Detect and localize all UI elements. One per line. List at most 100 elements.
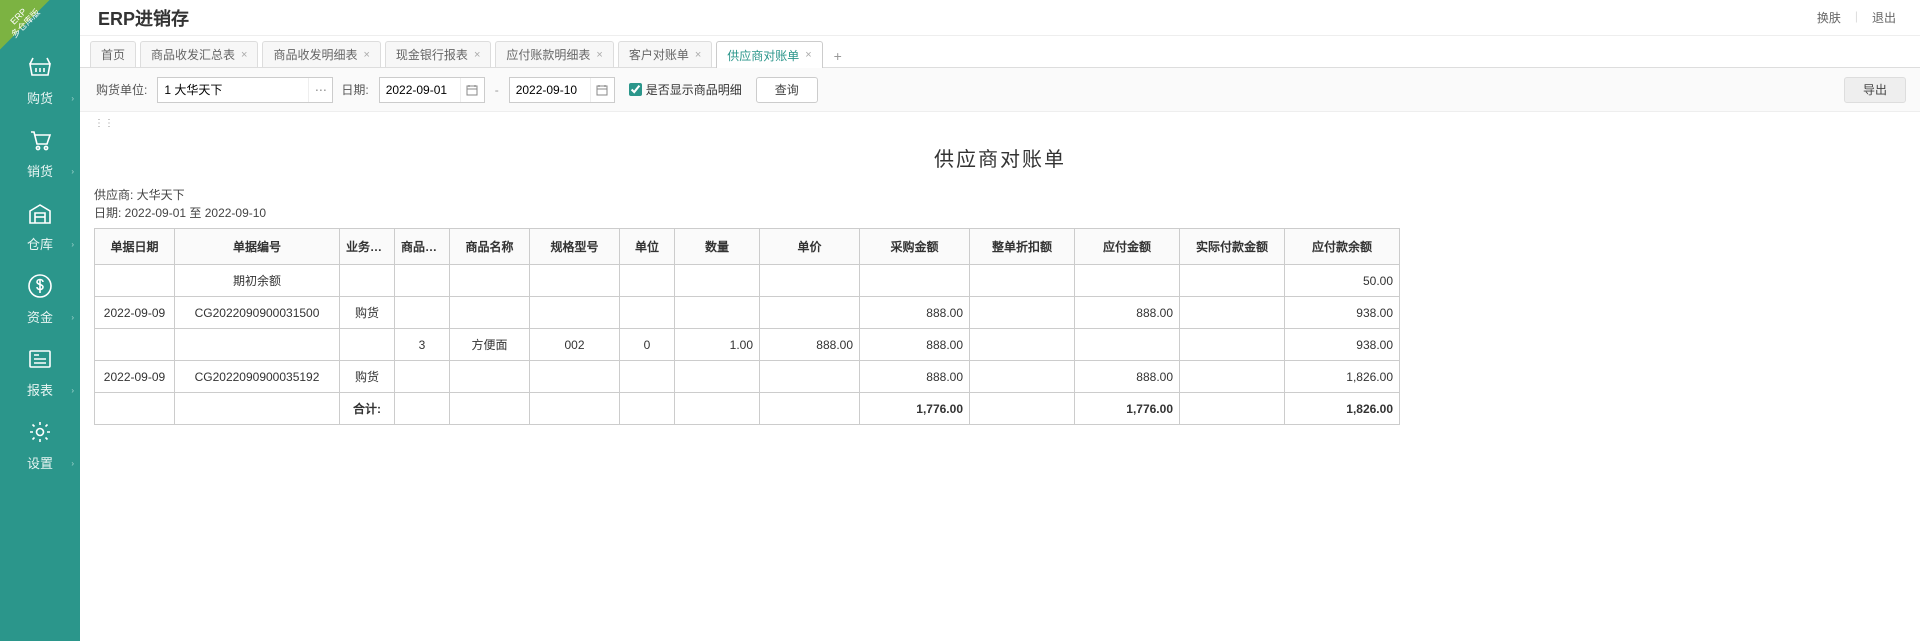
table-row: 期初余额50.00 bbox=[95, 265, 1907, 297]
col-payable: 应付金额 bbox=[1075, 229, 1180, 265]
sidebar-item-label: 仓库 bbox=[27, 234, 53, 253]
show-detail-checkbox[interactable] bbox=[629, 83, 642, 96]
tab-goods-summary[interactable]: 商品收发汇总表 × bbox=[140, 41, 258, 67]
cell-spec bbox=[530, 265, 620, 297]
sidebar-item-warehouse[interactable]: 仓库 › bbox=[0, 186, 80, 259]
close-icon[interactable]: × bbox=[241, 49, 247, 61]
tab-customer-statement[interactable]: 客户对账单 × bbox=[618, 41, 712, 67]
tab-home[interactable]: 首页 bbox=[90, 41, 136, 67]
report-meta: 供应商: 大华天下 日期: 2022-09-01 至 2022-09-10 bbox=[94, 186, 1906, 222]
report-table: 单据日期 单据编号 业务类别 商品编号 商品名称 规格型号 单位 数量 单价 采… bbox=[94, 228, 1906, 425]
tab-label: 供应商对账单 bbox=[727, 47, 799, 64]
show-detail-checkbox-wrap[interactable]: 是否显示商品明细 bbox=[629, 81, 742, 98]
sidebar-item-label: 设置 bbox=[27, 453, 53, 472]
add-tab-button[interactable]: + bbox=[827, 45, 849, 67]
table-header-row: 单据日期 单据编号 业务类别 商品编号 商品名称 规格型号 单位 数量 单价 采… bbox=[95, 229, 1907, 265]
cell-unit bbox=[620, 265, 675, 297]
warehouse-icon bbox=[25, 198, 55, 228]
unit-label: 购货单位: bbox=[96, 81, 147, 98]
change-skin-link[interactable]: 换肤 bbox=[1817, 9, 1841, 26]
cell-pname: 方便面 bbox=[450, 329, 530, 361]
filter-bar: 购货单位: ⋯ 日期: - bbox=[80, 68, 1920, 112]
cell-pid bbox=[395, 361, 450, 393]
divider: | bbox=[1855, 9, 1858, 26]
sidebar-item-settings[interactable]: 设置 › bbox=[0, 405, 80, 478]
total-amount: 1,776.00 bbox=[860, 393, 970, 425]
cell-paid bbox=[1180, 329, 1285, 361]
tab-goods-detail[interactable]: 商品收发明细表 × bbox=[262, 41, 380, 67]
unit-input[interactable] bbox=[158, 78, 308, 102]
cell-no: 期初余额 bbox=[175, 265, 340, 297]
total-payable: 1,776.00 bbox=[1075, 393, 1180, 425]
report-content: ⋮⋮ 供应商对账单 供应商: 大华天下 日期: 2022-09-01 至 202… bbox=[80, 112, 1920, 641]
query-button[interactable]: 查询 bbox=[756, 77, 818, 103]
cell-no: CG2022090900035192 bbox=[175, 361, 340, 393]
ellipsis-icon[interactable]: ⋯ bbox=[308, 78, 332, 102]
cell-balance: 938.00 bbox=[1285, 297, 1400, 329]
cell-payable bbox=[1075, 329, 1180, 361]
close-icon[interactable]: × bbox=[805, 49, 811, 61]
calendar-icon[interactable] bbox=[460, 78, 484, 102]
tab-cash-bank[interactable]: 现金银行报表 × bbox=[385, 41, 491, 67]
col-amount: 采购金额 bbox=[860, 229, 970, 265]
sidebar-item-sales[interactable]: 销货 › bbox=[0, 113, 80, 186]
cell-date bbox=[95, 265, 175, 297]
app-title: ERP进销存 bbox=[92, 5, 189, 31]
total-label: 合计: bbox=[340, 393, 395, 425]
sidebar-item-report[interactable]: 报表 › bbox=[0, 332, 80, 405]
chevron-right-icon: › bbox=[71, 240, 74, 249]
chevron-right-icon: › bbox=[71, 386, 74, 395]
cell-discount bbox=[970, 297, 1075, 329]
cell-type: 购货 bbox=[340, 361, 395, 393]
sidebar-item-purchase[interactable]: 购货 › bbox=[0, 40, 80, 113]
date-label: 日期: bbox=[341, 81, 368, 98]
close-icon[interactable]: × bbox=[363, 49, 369, 61]
tab-label: 应付账款明细表 bbox=[506, 46, 590, 63]
col-qty: 数量 bbox=[675, 229, 760, 265]
cell-price bbox=[760, 361, 860, 393]
sidebar-item-finance[interactable]: 资金 › bbox=[0, 259, 80, 332]
cell-qty bbox=[675, 265, 760, 297]
cell-qty bbox=[675, 297, 760, 329]
cell-payable: 888.00 bbox=[1075, 297, 1180, 329]
cart-icon bbox=[25, 125, 55, 155]
logout-link[interactable]: 退出 bbox=[1872, 9, 1896, 26]
close-icon[interactable]: × bbox=[474, 49, 480, 61]
cell-pname bbox=[450, 361, 530, 393]
sidebar: ERP多仓库版 购货 › 销货 › 仓库 bbox=[0, 0, 80, 641]
col-no: 单据编号 bbox=[175, 229, 340, 265]
close-icon[interactable]: × bbox=[596, 49, 602, 61]
tab-bar: 首页 商品收发汇总表 × 商品收发明细表 × 现金银行报表 × 应付账款明细表 … bbox=[80, 36, 1920, 68]
col-paid: 实际付款金额 bbox=[1180, 229, 1285, 265]
close-icon[interactable]: × bbox=[695, 49, 701, 61]
date-range-label: 日期: bbox=[94, 206, 125, 220]
tab-label: 现金银行报表 bbox=[396, 46, 468, 63]
tab-payable-detail[interactable]: 应付账款明细表 × bbox=[495, 41, 613, 67]
sidebar-item-label: 销货 bbox=[27, 161, 53, 180]
unit-input-wrap: ⋯ bbox=[157, 77, 333, 103]
chevron-right-icon: › bbox=[71, 313, 74, 322]
tab-supplier-statement[interactable]: 供应商对账单 × bbox=[716, 41, 822, 68]
drag-handle[interactable]: ⋮⋮ bbox=[94, 116, 1906, 133]
cell-amount: 888.00 bbox=[860, 329, 970, 361]
cell-qty: 1.00 bbox=[675, 329, 760, 361]
cell-unit: 0 bbox=[620, 329, 675, 361]
date-to-wrap bbox=[509, 77, 615, 103]
col-unit: 单位 bbox=[620, 229, 675, 265]
date-sep: - bbox=[491, 83, 503, 97]
chevron-right-icon: › bbox=[71, 94, 74, 103]
cell-date: 2022-09-09 bbox=[95, 297, 175, 329]
sidebar-item-label: 资金 bbox=[27, 307, 53, 326]
cell-payable: 888.00 bbox=[1075, 361, 1180, 393]
col-price: 单价 bbox=[760, 229, 860, 265]
date-to-input[interactable] bbox=[510, 78, 590, 102]
date-from-input[interactable] bbox=[380, 78, 460, 102]
cell-pid: 3 bbox=[395, 329, 450, 361]
col-pid: 商品编号 bbox=[395, 229, 450, 265]
cell-discount bbox=[970, 329, 1075, 361]
chevron-right-icon: › bbox=[71, 167, 74, 176]
calendar-icon[interactable] bbox=[590, 78, 614, 102]
col-pname: 商品名称 bbox=[450, 229, 530, 265]
cell-payable bbox=[1075, 265, 1180, 297]
export-button[interactable]: 导出 bbox=[1844, 77, 1906, 103]
